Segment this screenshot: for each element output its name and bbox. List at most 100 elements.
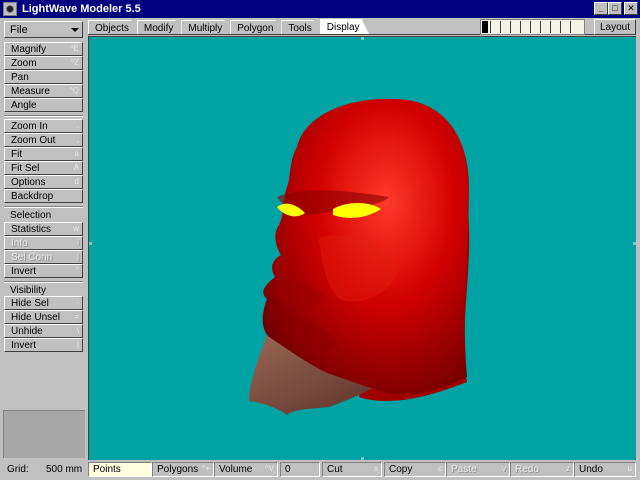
paste-label: Paste [451,464,477,475]
paste-button[interactable]: Paste v [446,462,510,477]
zoom-in-button[interactable]: Zoom In. [4,119,83,133]
sel-conn-button[interactable]: Sel Conn] [4,250,83,264]
window-title: LightWave Modeler 5.5 [22,3,141,15]
angle-button[interactable]: Angle [4,98,83,112]
info-button[interactable]: Info i [4,236,83,250]
cut-label: Cut [327,464,343,475]
slider-tick [540,21,541,33]
fit-sel-button[interactable]: Fit Sel A [4,161,83,175]
redo-label: Redo [515,464,539,475]
shortcut-hint: z [566,464,570,473]
shortcut-hint: u [627,464,632,473]
shortcut-hint: i [77,238,79,247]
slider-tick [570,21,571,33]
unhide-label: Unhide [11,325,43,337]
divider [4,282,83,283]
backdrop-button[interactable]: Backdrop [4,189,83,203]
redo-button[interactable]: Redo z [510,462,574,477]
volume-mode-button[interactable]: Volume ^V [214,462,278,477]
minimize-button[interactable]: _ [594,2,608,15]
invert-visibility-button[interactable]: Invert | [4,338,83,352]
fit-button[interactable]: Fit a [4,147,83,161]
shortcut-hint: c [438,464,442,473]
tab-objects[interactable]: Objects [88,20,139,35]
tab-multiply[interactable]: Multiply [181,20,232,35]
shortcut-hint: ^V [264,464,274,473]
copy-button[interactable]: Copy c [384,462,446,477]
points-label: Points [93,464,121,475]
selection-count: 0 [280,462,320,477]
options-label: Options [11,176,46,188]
status-bar: Grid: 500 mm Points Polygons ^+ Volume ^V … [0,460,640,480]
undo-label: Undo [579,464,603,475]
numeric-panel [3,410,85,458]
backdrop-label: Backdrop [11,190,54,202]
maximize-button[interactable]: □ [608,2,622,15]
polygons-mode-button[interactable]: Polygons ^+ [152,462,214,477]
lightwave-app-icon[interactable] [3,2,17,16]
slider-handle[interactable] [482,21,488,33]
zoom-button[interactable]: Zoom ^Z [4,56,83,70]
tab-bar: Objects Modify Multiply Polygon Tools Di… [88,19,368,35]
magnify-button[interactable]: Magnify ^E [4,42,83,56]
slider-tick [510,21,511,33]
statistics-button[interactable]: Statistics w [4,222,83,236]
tab-display[interactable]: Display [320,19,370,35]
file-menu-dropdown[interactable]: File [4,21,83,38]
slider-tick [520,21,521,33]
measure-button[interactable]: Measure ^Q [4,84,83,98]
magnify-label: Magnify [11,43,47,55]
shortcut-hint: ^Q [69,86,79,95]
shortcut-hint: d [74,177,79,186]
sel-conn-label: Sel Conn [11,251,53,263]
invert-selection-button[interactable]: Invert " [4,264,83,278]
points-mode-button[interactable]: Points [88,462,152,477]
shortcut-hint: ] [76,252,79,261]
shortcut-hint: , [76,135,79,144]
hide-unsel-label: Hide Unsel [11,311,60,323]
title-bar: LightWave Modeler 5.5 _ □ ✕ [0,0,640,18]
shortcut-hint: w [73,224,79,233]
divider [4,116,83,117]
slider-tick [500,21,501,33]
unhide-button[interactable]: Unhide \ [4,324,83,338]
tab-polygon[interactable]: Polygon [230,20,283,35]
statistics-label: Statistics [11,223,52,235]
options-button[interactable]: Options d [4,175,83,189]
fit-sel-label: Fit Sel [11,162,40,174]
angle-label: Angle [11,99,37,111]
zoom-out-button[interactable]: Zoom Out, [4,133,83,147]
grid-value: 500 mm [46,464,83,475]
visibility-header: Visibility [10,284,46,296]
red-head-model[interactable] [89,37,636,460]
divider [4,207,83,208]
cut-button[interactable]: Cut x [322,462,382,477]
shortcut-hint: ^Z [70,58,79,67]
shortcut-hint: ^E [69,44,79,53]
tab-modify[interactable]: Modify [137,20,183,35]
volume-label: Volume [219,464,253,475]
pan-button[interactable]: Pan [4,70,83,84]
hide-sel-button[interactable]: Hide Sel - [4,296,83,310]
fit-label: Fit [11,148,23,160]
slider-tick [550,21,551,33]
file-menu-label: File [10,23,28,36]
tab-tools[interactable]: Tools [281,20,321,35]
close-button[interactable]: ✕ [624,2,638,15]
invert-label: Invert [11,265,37,277]
shortcut-hint: = [74,312,79,321]
slider-tick [560,21,561,33]
layer-slider[interactable] [480,19,585,35]
hide-sel-label: Hide Sel [11,297,49,309]
zoom-out-label: Zoom Out [11,134,56,146]
shortcut-hint: a [74,149,79,158]
undo-button[interactable]: Undo u [574,462,636,477]
shortcut-hint: ^+ [201,464,210,473]
hide-unsel-button[interactable]: Hide Unsel = [4,310,83,324]
viewport-3d[interactable] [88,36,636,460]
pan-label: Pan [11,71,29,83]
layout-button[interactable]: Layout [594,19,636,35]
count-value: 0 [285,464,291,475]
polygons-label: Polygons [157,464,199,475]
shortcut-hint: " [76,266,79,275]
